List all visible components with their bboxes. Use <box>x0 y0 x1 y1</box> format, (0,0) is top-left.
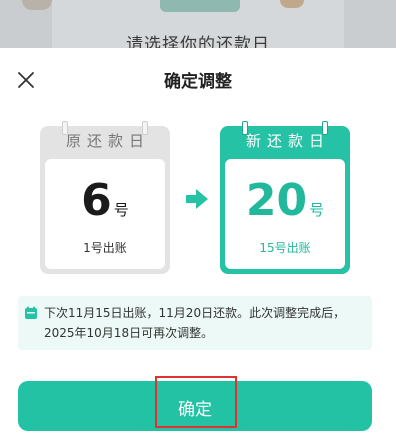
new-day-number: 20 <box>245 175 308 226</box>
calendar-ring <box>322 121 328 135</box>
original-day-unit: 号 <box>113 201 129 219</box>
original-repayment-header: 原还款日 <box>65 132 150 150</box>
new-repayment-card: 新还款日 20 号 15号出账 <box>220 121 350 274</box>
background-decoration <box>160 0 240 12</box>
new-repayment-header: 新还款日 <box>245 132 330 150</box>
calendar-icon <box>25 306 37 319</box>
calendar-ring <box>142 121 148 135</box>
sheet-title: 确定调整 <box>164 72 232 92</box>
adjustment-notice: 下次11月15日出账，11月20日还款。此次调整完成后，2025年10月18日可… <box>18 296 372 350</box>
calendar-ring <box>242 121 248 135</box>
calendar-ring <box>62 121 68 135</box>
adjust-repayment-sheet: 确定调整 原还款日 6号 1号出账 新还款日 20 号 15号出账 下次11月1… <box>0 48 396 440</box>
original-day-row: 6号 <box>45 175 165 226</box>
arrow-right-icon <box>186 189 208 209</box>
new-day-unit: 号 <box>309 201 325 219</box>
original-day-number: 6 <box>81 175 112 226</box>
new-repayment-body: 20 号 15号出账 <box>225 159 345 269</box>
new-day-row: 20 号 <box>225 175 345 226</box>
original-repayment-body: 6号 1号出账 <box>45 159 165 269</box>
highlight-annotation <box>155 376 237 428</box>
notice-text: 下次11月15日出账，11月20日还款。此次调整完成后，2025年10月18日可… <box>44 306 346 340</box>
original-repayment-card: 原还款日 6号 1号出账 <box>40 121 170 274</box>
new-bill-date: 15号出账 <box>259 241 311 255</box>
original-bill-date: 1号出账 <box>83 241 127 255</box>
